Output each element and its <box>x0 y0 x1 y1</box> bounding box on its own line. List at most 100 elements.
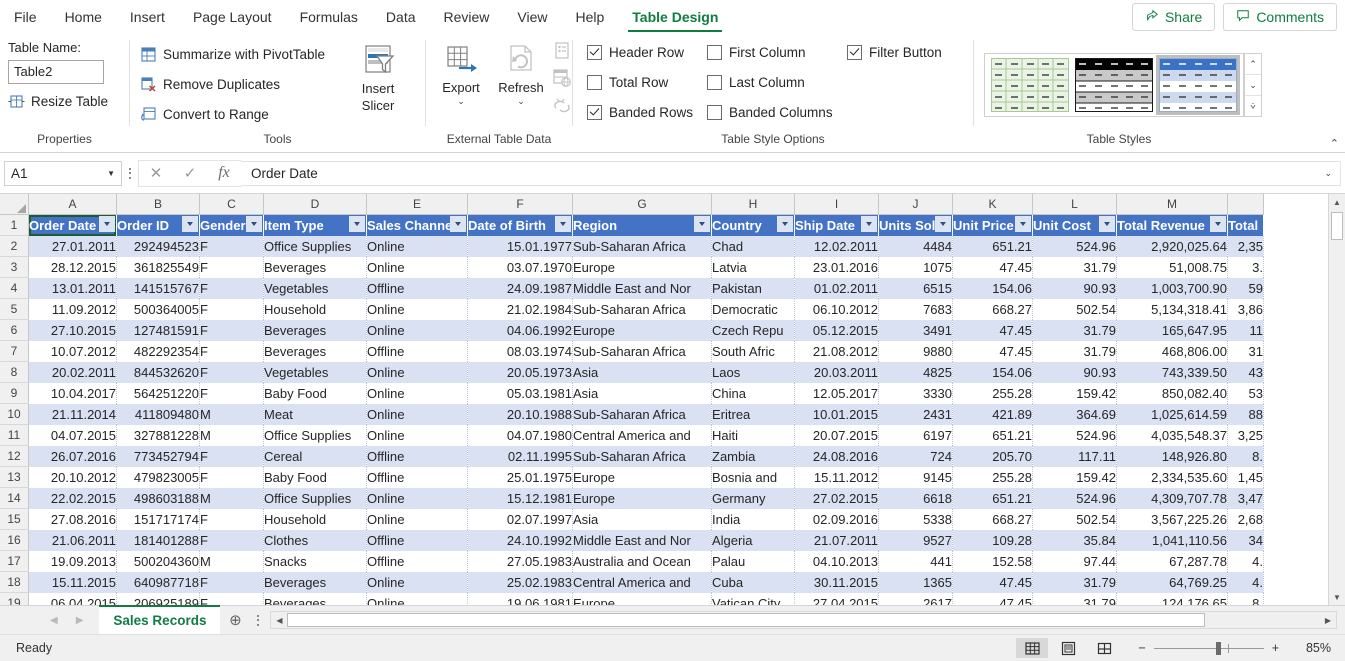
grid-cell[interactable]: Online <box>367 362 468 383</box>
grid-cell[interactable]: 08.03.1974 <box>468 341 573 362</box>
horizontal-scroll-thumb[interactable] <box>287 613 1204 627</box>
cancel-icon[interactable]: ✕ <box>139 164 173 182</box>
grid-cell[interactable]: 4,035,548.37 <box>1117 425 1228 446</box>
grid-cell[interactable]: 15.11.2015 <box>29 572 117 593</box>
grid-cell[interactable]: M <box>200 551 264 572</box>
page-layout-view-icon[interactable] <box>1052 638 1084 658</box>
grid-cell[interactable]: 2,920,025.64 <box>1117 236 1228 257</box>
table-styles-gallery[interactable] <box>984 53 1244 117</box>
grid-cell[interactable]: 6197 <box>879 425 953 446</box>
grid-cell[interactable]: 6515 <box>879 278 953 299</box>
grid-cell-empty[interactable] <box>1264 551 1265 572</box>
column-header-j[interactable]: J <box>879 194 953 215</box>
grid-cell[interactable]: Germany <box>712 488 795 509</box>
table-row[interactable]: 1527.08.2016151717174FHouseholdOnline02.… <box>0 509 1264 530</box>
grid-cell[interactable]: 15.12.1981 <box>468 488 573 509</box>
grid-cell[interactable]: 22.02.2015 <box>29 488 117 509</box>
grid-cell[interactable]: 500204360 <box>117 551 200 572</box>
grid-cell[interactable]: 05.03.1981 <box>468 383 573 404</box>
resize-table-button[interactable]: Resize Table <box>8 89 108 113</box>
grid-cell[interactable]: Vegetables <box>264 278 367 299</box>
column-header-i[interactable]: I <box>795 194 879 215</box>
grid-cell-empty[interactable] <box>1264 236 1265 257</box>
comments-button[interactable]: Comments <box>1223 3 1337 31</box>
open-in-browser-icon[interactable] <box>552 68 572 91</box>
confirm-icon[interactable]: ✓ <box>173 164 207 182</box>
grid-cell[interactable]: 21.11.2014 <box>29 404 117 425</box>
zoom-slider-thumb[interactable] <box>1216 642 1221 655</box>
ribbon-tab-help[interactable]: Help <box>562 0 619 34</box>
grid-cell[interactable]: 20.03.2011 <box>795 362 879 383</box>
zoom-in-button[interactable]: + <box>1272 641 1279 655</box>
grid-cell[interactable]: 4. <box>1228 551 1264 572</box>
grid-cell[interactable]: 9145 <box>879 467 953 488</box>
grid-cell[interactable]: F <box>200 278 264 299</box>
grid-cell[interactable]: Chad <box>712 236 795 257</box>
grid-cell[interactable]: 11.09.2012 <box>29 299 117 320</box>
grid-cell[interactable]: F <box>200 593 264 606</box>
grid-cell[interactable]: 19.09.2013 <box>29 551 117 572</box>
grid-cell[interactable]: 441 <box>879 551 953 572</box>
grid-cell[interactable]: 109.28 <box>953 530 1033 551</box>
summarize-with-pivottable-button[interactable]: Summarize with PivotTable <box>140 42 325 66</box>
grid-cell[interactable]: F <box>200 341 264 362</box>
column-header-e[interactable]: E <box>367 194 468 215</box>
grid-cell[interactable]: 651.21 <box>953 488 1033 509</box>
grid-cell[interactable]: 255.28 <box>953 383 1033 404</box>
grid-cell[interactable]: 482292354 <box>117 341 200 362</box>
grid-cell[interactable]: 1,45 <box>1228 467 1264 488</box>
table-row[interactable]: 1021.11.2014411809480MMeatOnline20.10.19… <box>0 404 1264 425</box>
grid-cell[interactable]: Beverages <box>264 320 367 341</box>
grid-cell[interactable]: 2431 <box>879 404 953 425</box>
checkbox-filter-button[interactable]: Filter Button <box>847 40 942 64</box>
row-header[interactable]: 9 <box>0 383 29 404</box>
grid-cell[interactable]: 04.06.1992 <box>468 320 573 341</box>
grid-cell-empty[interactable] <box>1264 425 1265 446</box>
grid-cell[interactable]: Europe <box>573 257 712 278</box>
grid-cell[interactable]: 20.07.2015 <box>795 425 879 446</box>
collapse-ribbon-icon[interactable]: ⌃ <box>1330 137 1339 150</box>
grid-cell[interactable]: F <box>200 530 264 551</box>
grid-cell[interactable]: Central America and <box>573 572 712 593</box>
grid-cell[interactable]: 127481591 <box>117 320 200 341</box>
grid-cell[interactable]: 02.09.2016 <box>795 509 879 530</box>
grid-cell[interactable]: Democratic <box>712 299 795 320</box>
filter-dropdown-icon[interactable] <box>349 216 365 232</box>
grid-cell[interactable]: Online <box>367 299 468 320</box>
row-header[interactable]: 2 <box>0 236 29 257</box>
grid-cell[interactable]: 04.10.2013 <box>795 551 879 572</box>
row-header[interactable]: 7 <box>0 341 29 362</box>
grid-cell[interactable]: 02.07.1997 <box>468 509 573 530</box>
grid-cell[interactable]: 8. <box>1228 593 1264 606</box>
export-dropdown-caret[interactable]: ⌄ <box>457 97 465 105</box>
grid-cell-empty[interactable] <box>1264 530 1265 551</box>
row-header[interactable]: 10 <box>0 404 29 425</box>
grid-cell[interactable]: 47.45 <box>953 341 1033 362</box>
grid-cell[interactable]: 64,769.25 <box>1117 572 1228 593</box>
grid-cell[interactable]: 67,287.78 <box>1117 551 1228 572</box>
grid-cell[interactable]: 90.93 <box>1033 278 1117 299</box>
grid-cell[interactable]: 06.04.2015 <box>29 593 117 606</box>
table-row[interactable]: 227.01.2011292494523FOffice SuppliesOnli… <box>0 236 1264 257</box>
grid-cell[interactable]: 2,68 <box>1228 509 1264 530</box>
filter-dropdown-icon[interactable] <box>182 216 198 232</box>
grid-cell[interactable]: 24.10.1992 <box>468 530 573 551</box>
grid-cell[interactable]: Office Supplies <box>264 425 367 446</box>
grid-cell[interactable]: Office Supplies <box>264 236 367 257</box>
convert-to-range-button[interactable]: Convert to Range <box>140 102 325 126</box>
grid-cell[interactable]: 151717174 <box>117 509 200 530</box>
table-row[interactable]: 1422.02.2015498603188MOffice SuppliesOnl… <box>0 488 1264 509</box>
grid-cell[interactable]: 19.06.1981 <box>468 593 573 606</box>
grid-cell[interactable]: 27.10.2015 <box>29 320 117 341</box>
grid-cell[interactable]: Offline <box>367 467 468 488</box>
grid-cell[interactable]: 502.54 <box>1033 299 1117 320</box>
grid-cell[interactable]: 159.42 <box>1033 467 1117 488</box>
grid-cell[interactable]: Online <box>367 383 468 404</box>
grid-cell-empty[interactable] <box>1264 362 1265 383</box>
table-column-header-unit-price[interactable]: Unit Price <box>953 215 1033 236</box>
grid-cell[interactable]: 152.58 <box>953 551 1033 572</box>
connection-properties-icon[interactable] <box>552 41 572 64</box>
share-button[interactable]: Share <box>1132 3 1215 31</box>
grid-cell[interactable]: 20.10.1988 <box>468 404 573 425</box>
grid-cell[interactable]: 844532620 <box>117 362 200 383</box>
